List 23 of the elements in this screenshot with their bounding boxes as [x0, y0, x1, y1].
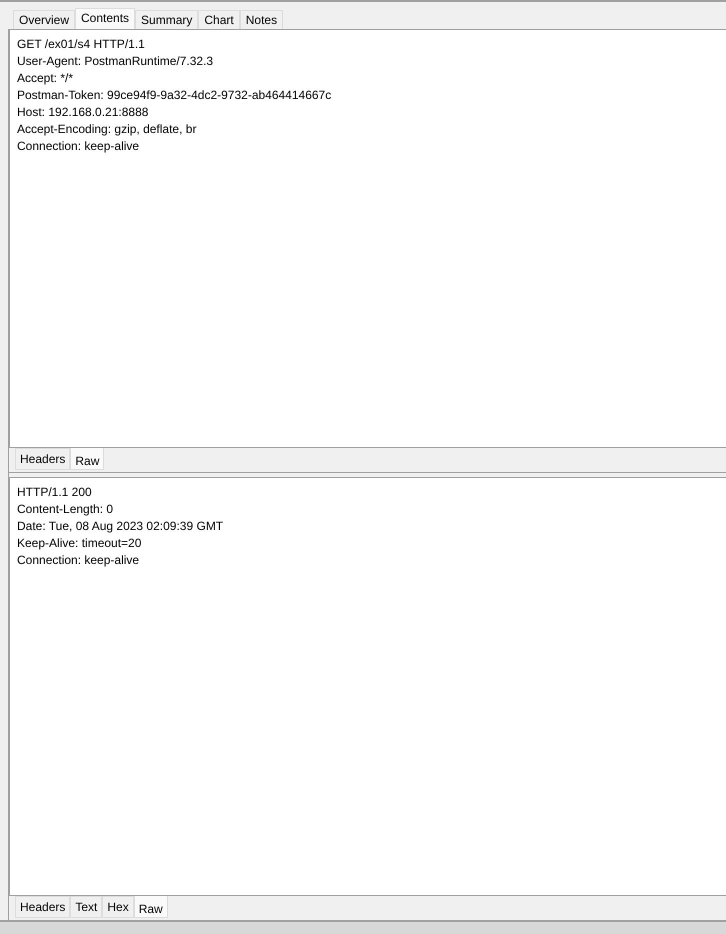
header-line: Accept-Encoding: gzip, deflate, br — [17, 121, 198, 138]
header-line: Keep-Alive: timeout=20 — [17, 535, 142, 552]
header-line: Connection: keep-alive — [17, 552, 140, 569]
tab[interactable]: Overview — [13, 10, 76, 29]
header-line: Date: Tue, 08 Aug 2023 02:09:39 GMT — [17, 518, 224, 535]
tab[interactable]: Notes — [240, 10, 284, 29]
tab[interactable]: Contents — [75, 8, 136, 29]
tab[interactable]: Summary — [135, 10, 198, 29]
header-line: Content-Length: 0 — [17, 501, 114, 518]
header-line: GET /ex01/s4 HTTP/1.1 — [17, 36, 146, 53]
view-tab[interactable]: Raw — [134, 896, 168, 918]
tab[interactable]: Chart — [198, 10, 240, 29]
header-line: User-Agent: PostmanRuntime/7.32.3 — [17, 53, 214, 70]
header-line: Postman-Token: 99ce94f9-9a32-4dc2-9732-ab464414667c — [17, 87, 332, 104]
view-tab[interactable]: Headers — [15, 896, 70, 918]
header-line: Accept: */* — [17, 70, 74, 87]
header-line: HTTP/1.1 200 — [17, 484, 93, 501]
view-tab[interactable]: Raw — [70, 448, 104, 470]
view-tab[interactable]: Text — [70, 896, 102, 918]
view-tab[interactable]: Hex — [102, 896, 134, 918]
view-tab[interactable]: Headers — [15, 448, 70, 470]
header-line: Host: 192.168.0.21:8888 — [17, 104, 150, 121]
header-line: Connection: keep-alive — [17, 138, 140, 155]
